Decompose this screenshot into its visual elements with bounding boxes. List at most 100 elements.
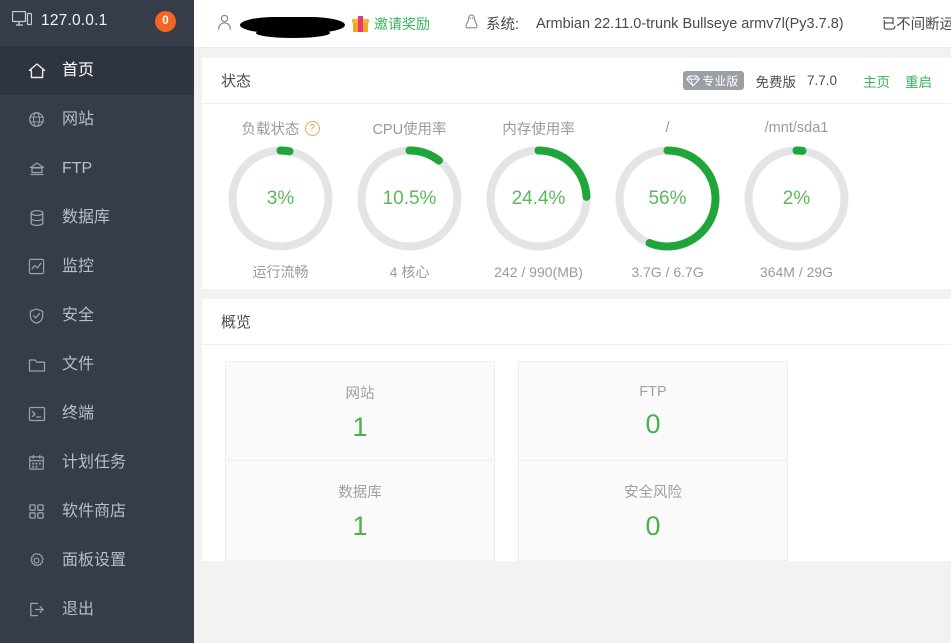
shield-icon [27, 306, 46, 325]
status-panel-actions: 专业版 免费版 7.7.0 主页 重启 [683, 71, 932, 91]
monitor-icon [27, 257, 46, 276]
sidebar-item-cron[interactable]: 计划任务 [0, 438, 194, 487]
overview-card-value: 0 [645, 511, 661, 541]
ftp-icon [27, 159, 46, 178]
content-scroll-area[interactable]: 状态 专业版 免费版 7.7.0 主页 重启 负载状态 ? 3% 运行流畅 CP… [194, 48, 951, 643]
gauge-1: CPU使用率 10.5% 4 核心 [345, 118, 474, 283]
gauge-subtext: 运行流畅 [252, 264, 309, 280]
gauge-title: CPU使用率 [372, 118, 446, 138]
gauge-value: 3% [266, 187, 295, 209]
sidebar-item-label: 安全 [62, 306, 95, 324]
gauge-ring: 56% [612, 143, 723, 254]
overview-card-label: FTP [639, 384, 667, 400]
gauge-title-text: 负载状态 [241, 121, 300, 138]
overview-card[interactable]: 网站 1 [225, 361, 495, 461]
gauge-ring: 24.4% [483, 143, 594, 254]
gauge-ring: 3% [225, 143, 336, 254]
sidebar-item-label: 监控 [62, 257, 95, 275]
sidebar-item-website[interactable]: 网站 [0, 95, 194, 144]
sidebar-item-panel-settings[interactable]: 面板设置 [0, 536, 194, 585]
gauge-4: /mnt/sda1 2% 364M / 29G [732, 118, 861, 283]
gauge-subtext: 4 核心 [389, 264, 430, 280]
gauge-title-text: /mnt/sda1 [764, 120, 829, 136]
gauge-2: 内存使用率 24.4% 242 / 990(MB) [474, 118, 603, 283]
homepage-link[interactable]: 主页 [863, 71, 890, 91]
gauge-value: 56% [648, 187, 687, 209]
gauge-subtext: 3.7G / 6.7G [631, 264, 704, 280]
gauge-subtext: 364M / 29G [759, 264, 834, 280]
status-panel: 状态 专业版 免费版 7.7.0 主页 重启 负载状态 ? 3% 运行流畅 CP… [202, 58, 951, 289]
sidebar-item-app-store[interactable]: 软件商店 [0, 487, 194, 536]
sidebar-host: 127.0.0.1 [41, 12, 108, 29]
gear-icon [27, 551, 46, 570]
gauge-title: 负载状态? [242, 118, 320, 138]
sidebar-item-label: 文件 [62, 355, 95, 373]
sidebar-item-label: 计划任务 [62, 453, 127, 471]
sidebar-item-files[interactable]: 文件 [0, 340, 194, 389]
sidebar-item-ftp[interactable]: FTP [0, 144, 194, 193]
gauge-title: / [665, 118, 669, 138]
overview-panel-title: 概览 [221, 314, 252, 331]
gauge-value: 10.5% [382, 187, 437, 209]
diamond-icon [686, 75, 701, 87]
sidebar: 127.0.0.1 0 首页 网站 FTP 数据库 监控 安全 文件 终端 计划… [0, 0, 194, 643]
restart-link[interactable]: 重启 [905, 71, 932, 91]
uptime-text: 已不间断运行: 0天 [881, 17, 951, 33]
linux-penguin-icon [464, 13, 479, 35]
gauge-title: /mnt/sda1 [765, 118, 829, 138]
database-icon [27, 208, 46, 227]
user-account[interactable] [216, 13, 345, 38]
pro-version-badge[interactable]: 专业版 [683, 71, 745, 90]
globe-icon [27, 110, 46, 129]
help-icon[interactable]: ? [304, 120, 320, 136]
status-panel-title: 状态 [221, 73, 252, 90]
sidebar-item-label: 退出 [62, 600, 95, 618]
calendar-icon [27, 453, 46, 472]
overview-card[interactable]: 安全风险 0 [518, 461, 788, 561]
main-content: 邀请奖励 系统: Armbian 22.11.0-trunk Bullseye … [194, 0, 951, 643]
gauge-value: 24.4% [511, 187, 566, 209]
overview-card[interactable]: 数据库 1 [225, 461, 495, 561]
username-redacted [240, 16, 345, 38]
sidebar-item-label: 软件商店 [62, 502, 127, 520]
overview-card[interactable]: FTP 0 [518, 361, 788, 461]
overview-card-label: 数据库 [338, 485, 382, 501]
computer-icon [11, 10, 33, 32]
gauge-ring: 2% [741, 143, 852, 254]
pro-version-badge-label: 专业版 [702, 75, 739, 88]
notification-badge[interactable]: 0 [155, 10, 176, 32]
gauge-title-text: / [665, 120, 670, 136]
status-gauges: 负载状态? 3% 运行流畅 CPU使用率 10.5% 4 核心 内存使用率 24.4% 242 … [202, 104, 951, 289]
gauge-3: / 56% 3.7G / 6.7G [603, 118, 732, 283]
grid-icon [27, 502, 46, 521]
sidebar-item-home[interactable]: 首页 [0, 46, 194, 95]
sidebar-item-label: 首页 [62, 61, 95, 79]
overview-panel-header: 概览 [202, 299, 951, 345]
sidebar-item-label: 终端 [62, 404, 95, 422]
sidebar-item-security[interactable]: 安全 [0, 291, 194, 340]
sidebar-item-terminal[interactable]: 终端 [0, 389, 194, 438]
sidebar-item-database[interactable]: 数据库 [0, 193, 194, 242]
version-number: 7.7.0 [806, 73, 837, 88]
gauge-ring: 10.5% [354, 143, 465, 254]
gauge-subtext: 242 / 990(MB) [494, 264, 583, 280]
gauge-title-text: CPU使用率 [372, 121, 447, 138]
sidebar-header: 127.0.0.1 0 [0, 0, 194, 42]
home-icon [27, 61, 46, 80]
folder-icon [27, 355, 46, 374]
gauge-value: 2% [782, 187, 811, 209]
sidebar-menu: 首页 网站 FTP 数据库 监控 安全 文件 终端 计划任务 软件商店 面板设置… [0, 42, 194, 643]
overview-column: FTP 0 安全风险 0 [518, 361, 788, 561]
sidebar-item-logout[interactable]: 退出 [0, 585, 194, 634]
gauge-0: 负载状态? 3% 运行流畅 [216, 118, 345, 283]
overview-cards: 网站 1 数据库 1 FTP 0 安全风险 0 [202, 345, 951, 561]
overview-card-label: 网站 [345, 385, 375, 402]
sidebar-item-label: FTP [62, 159, 93, 177]
invite-reward-link[interactable]: 邀请奖励 [374, 14, 430, 34]
status-panel-header: 状态 专业版 免费版 7.7.0 主页 重启 [202, 58, 951, 104]
sidebar-item-monitor[interactable]: 监控 [0, 242, 194, 291]
overview-card-label: 安全风险 [624, 485, 682, 501]
gauge-title-text: 内存使用率 [502, 121, 575, 138]
logout-icon [27, 600, 46, 619]
overview-panel: 概览 网站 1 数据库 1 FTP 0 安全风险 0 [202, 299, 951, 561]
